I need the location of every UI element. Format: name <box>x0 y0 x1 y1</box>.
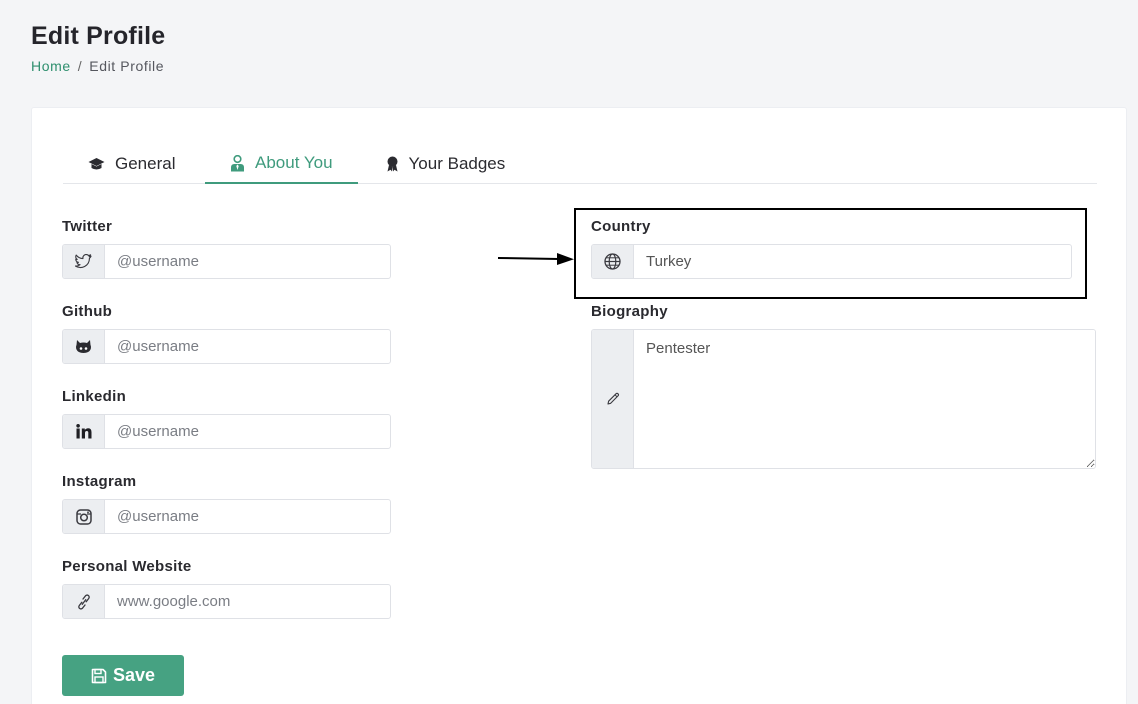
breadcrumb-home-link[interactable]: Home <box>31 58 71 74</box>
award-ribbon-icon <box>387 156 398 172</box>
breadcrumb-current: Edit Profile <box>89 58 165 74</box>
floppy-disk-icon <box>91 668 107 683</box>
link-icon <box>77 593 90 610</box>
github-input-group <box>62 329 391 364</box>
save-button[interactable]: Save <box>62 655 184 696</box>
linkedin-icon <box>75 424 91 439</box>
page-title: Edit Profile <box>31 22 166 50</box>
instagram-input[interactable] <box>105 500 390 533</box>
breadcrumb: Home / Edit Profile <box>31 58 164 74</box>
linkedin-label: Linkedin <box>62 388 127 405</box>
tab-about-you[interactable]: About You <box>205 144 358 184</box>
github-input[interactable] <box>105 330 390 363</box>
user-tie-icon <box>231 154 244 171</box>
tab-your-badges[interactable]: Your Badges <box>386 144 506 184</box>
annotation-highlight-box <box>574 208 1087 299</box>
annotation-arrow <box>497 253 574 265</box>
tab-general[interactable]: General <box>88 144 205 184</box>
twitter-input[interactable] <box>105 245 390 278</box>
github-icon <box>76 340 91 353</box>
website-input-group <box>62 584 391 619</box>
pencil-icon <box>606 392 619 405</box>
twitter-label: Twitter <box>62 218 113 235</box>
linkedin-input-group <box>62 414 391 449</box>
profile-card: General About You Your Badges Twitter Gi… <box>31 107 1127 704</box>
instagram-label: Instagram <box>62 473 137 490</box>
github-label: Github <box>62 303 113 320</box>
website-input[interactable] <box>105 585 390 618</box>
save-button-label: Save <box>112 665 156 685</box>
tab-about-you-label: About You <box>255 153 333 172</box>
tab-your-badges-label: Your Badges <box>408 154 506 173</box>
website-label: Personal Website <box>62 558 192 575</box>
twitter-input-group <box>62 244 391 279</box>
breadcrumb-separator: / <box>77 58 83 74</box>
biography-label: Biography <box>591 303 668 320</box>
twitter-icon <box>75 254 92 269</box>
instagram-icon <box>75 508 92 525</box>
biography-textarea[interactable]: Pentester <box>634 330 1095 468</box>
instagram-input-group <box>62 499 391 534</box>
profile-tabs: General About You Your Badges <box>63 144 1097 184</box>
tab-general-label: General <box>115 154 176 173</box>
graduation-cap-icon <box>88 158 105 170</box>
linkedin-input[interactable] <box>105 415 390 448</box>
biography-input-group: Pentester <box>591 329 1096 469</box>
